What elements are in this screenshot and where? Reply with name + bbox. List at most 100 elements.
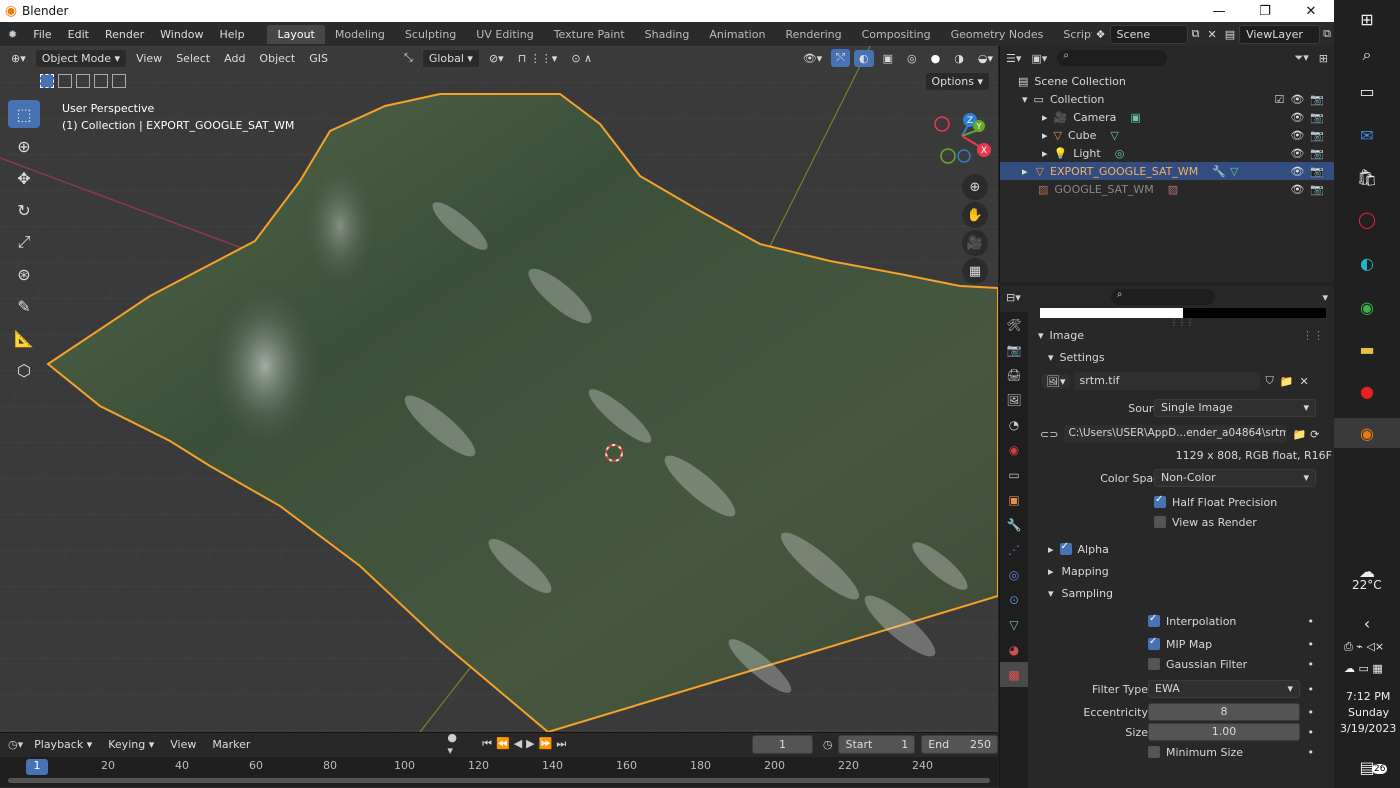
new-view-layer-icon[interactable]: ⧉: [1320, 27, 1334, 41]
display-mode-icon[interactable]: ▣▾: [1031, 52, 1047, 65]
measure-tool-icon[interactable]: 📐: [8, 324, 40, 352]
select-subtract-icon[interactable]: [76, 74, 90, 88]
render-camera-icon[interactable]: 📷: [1310, 93, 1324, 106]
snap-icon[interactable]: ⊓ ⋮⋮▾: [513, 50, 563, 67]
render-camera-icon[interactable]: 📷: [1310, 147, 1324, 160]
shading-solid-icon[interactable]: ●: [926, 50, 946, 67]
tray-icons[interactable]: ⎙ ⌁ ◁× ☁ ▭ ▦: [1344, 636, 1384, 680]
image-name-field[interactable]: srtm.tif: [1073, 372, 1260, 390]
disclosure-icon[interactable]: ▸: [1042, 147, 1048, 160]
select-extend-icon[interactable]: [58, 74, 72, 88]
size-field[interactable]: 1.00: [1148, 723, 1300, 741]
filter-icon[interactable]: ⏷▾: [1294, 51, 1308, 65]
eye-icon[interactable]: 👁: [1290, 93, 1304, 106]
properties-options-icon[interactable]: ▾: [1322, 291, 1328, 304]
timeline-ruler[interactable]: 1 20 40 60 80 100 120 140 160 180 200 22…: [0, 757, 998, 787]
new-collection-icon[interactable]: ⊞: [1319, 52, 1328, 65]
outliner-editor-icon[interactable]: ☰▾: [1006, 52, 1021, 65]
transform-tool-icon[interactable]: ⊛: [8, 260, 40, 288]
tab-animation[interactable]: Animation: [699, 25, 775, 44]
selection-mode-icons[interactable]: [40, 74, 126, 88]
select-box-icon[interactable]: ⬚: [8, 100, 40, 128]
subpanel-sampling-header[interactable]: ▾ Sampling: [1032, 582, 1332, 604]
pivot-icon[interactable]: ⊘▾: [484, 50, 509, 67]
keyframe-dot-icon[interactable]: •: [1308, 658, 1315, 671]
modifier-tab-icon[interactable]: 🔧: [1000, 512, 1028, 537]
ortho-grid-icon[interactable]: ▦: [962, 258, 988, 284]
shading-rendered-icon[interactable]: ◒▾: [973, 50, 998, 67]
keyframe-dot-icon[interactable]: •: [1308, 706, 1315, 719]
windows-start-icon[interactable]: ⊞: [1352, 4, 1382, 34]
panel-image-header[interactable]: ▾ Image ⋮⋮: [1032, 324, 1332, 346]
tab-sculpting[interactable]: Sculpting: [395, 25, 466, 44]
filepath-field[interactable]: C:\Users\USER\AppD...ender_a04864\srtm.t…: [1064, 425, 1287, 443]
render-camera-icon[interactable]: 📷: [1310, 183, 1324, 196]
minimum-size-checkbox[interactable]: Minimum Size •: [1032, 742, 1332, 762]
disclosure-icon[interactable]: ▸: [1042, 111, 1048, 124]
auto-keying-icon[interactable]: ● ▾: [447, 731, 464, 757]
options-button[interactable]: Options ▾: [924, 72, 990, 91]
keyframe-dot-icon[interactable]: •: [1308, 615, 1315, 628]
eye-icon[interactable]: 👁: [1290, 111, 1304, 124]
clock-time[interactable]: 7:12 PM: [1346, 690, 1390, 703]
select-intersect-icon[interactable]: [112, 74, 126, 88]
camera-view-icon[interactable]: 🎥: [962, 230, 988, 256]
new-scene-icon[interactable]: ⧉: [1188, 27, 1204, 41]
texture-tab-icon[interactable]: ▩: [1000, 662, 1028, 687]
view-as-render-check-icon[interactable]: [1154, 516, 1166, 528]
interpolation-check-icon[interactable]: [1148, 613, 1160, 627]
eye-icon[interactable]: 👁: [1290, 129, 1304, 142]
jump-end-icon[interactable]: ⏭: [556, 737, 566, 751]
tab-geometry-nodes[interactable]: Geometry Nodes: [941, 25, 1054, 44]
jump-prev-key-icon[interactable]: ⏪: [496, 737, 510, 751]
object-tab-icon[interactable]: ▣: [1000, 487, 1028, 512]
opera-icon[interactable]: ◯: [1352, 204, 1382, 234]
mode-selector[interactable]: Object Mode ▾: [34, 48, 128, 68]
menu-add[interactable]: Add: [219, 50, 250, 67]
source-dropdown[interactable]: Single Image ▾: [1154, 399, 1316, 417]
gizmo-toggle-icon[interactable]: ⤲: [831, 49, 851, 67]
keyframe-dot-icon[interactable]: •: [1308, 683, 1315, 696]
collection-tab-icon[interactable]: ▭: [1000, 462, 1028, 487]
annotate-tool-icon[interactable]: ✎: [8, 292, 40, 320]
shading-wireframe-icon[interactable]: ◎: [902, 50, 922, 67]
xray-toggle-icon[interactable]: ▣: [878, 50, 898, 67]
properties-search-input[interactable]: ⌕: [1110, 289, 1215, 305]
disclosure-icon[interactable]: ▸: [1022, 165, 1028, 178]
outliner-item-cube[interactable]: ▸ ▽ Cube ▽ 👁 📷: [1000, 126, 1334, 144]
end-frame-field[interactable]: End 250: [921, 734, 998, 754]
outliner-item-collection[interactable]: ▾ ▭ Collection ☑ 👁 📷: [1000, 90, 1334, 108]
reload-image-icon[interactable]: ⟳: [1310, 428, 1319, 441]
tab-compositing[interactable]: Compositing: [852, 25, 941, 44]
world-tab-icon[interactable]: ◉: [1000, 437, 1028, 462]
view-layer-tab-icon[interactable]: 🖼: [1000, 387, 1028, 412]
timeline-editor-icon[interactable]: ◷▾: [8, 738, 23, 751]
menu-select[interactable]: Select: [171, 50, 215, 67]
gaussian-filter-checkbox[interactable]: Gaussian Filter •: [1032, 654, 1332, 674]
scene-icon[interactable]: ❖: [1092, 28, 1110, 41]
delete-scene-icon[interactable]: ✕: [1203, 28, 1220, 41]
output-tab-icon[interactable]: 🖨: [1000, 362, 1028, 387]
eye-icon[interactable]: 👁: [1290, 147, 1304, 160]
image-browse-icon[interactable]: 🖼▾: [1042, 373, 1070, 389]
pan-hand-icon[interactable]: ✋: [962, 202, 988, 228]
keyframe-dot-icon[interactable]: •: [1308, 638, 1315, 651]
menu-timeline-view[interactable]: View: [165, 736, 201, 753]
timeline-scrollbar[interactable]: [8, 778, 990, 783]
chrome-icon[interactable]: ◉: [1352, 292, 1382, 322]
menu-edit[interactable]: Edit: [60, 28, 97, 41]
edge-icon[interactable]: ◐: [1352, 248, 1382, 278]
gaussian-check-icon[interactable]: [1148, 658, 1160, 670]
view-as-render-checkbox[interactable]: View as Render: [1032, 512, 1332, 532]
move-tool-icon[interactable]: ✥: [8, 164, 40, 192]
mipmap-checkbox[interactable]: MIP Map •: [1032, 634, 1332, 654]
file-explorer-icon[interactable]: ▬: [1352, 334, 1382, 364]
alpha-check-icon[interactable]: [1059, 541, 1072, 555]
tab-scripting[interactable]: Scripting: [1053, 25, 1091, 44]
render-camera-icon[interactable]: 📷: [1310, 165, 1324, 178]
tab-rendering[interactable]: Rendering: [775, 25, 851, 44]
menu-render[interactable]: Render: [97, 28, 152, 41]
color-space-dropdown[interactable]: Non-Color ▾: [1154, 469, 1316, 487]
minimum-size-check-icon[interactable]: [1148, 746, 1160, 758]
3d-viewport[interactable]: ⊕▾ Object Mode ▾ View Select Add Object …: [0, 46, 998, 732]
